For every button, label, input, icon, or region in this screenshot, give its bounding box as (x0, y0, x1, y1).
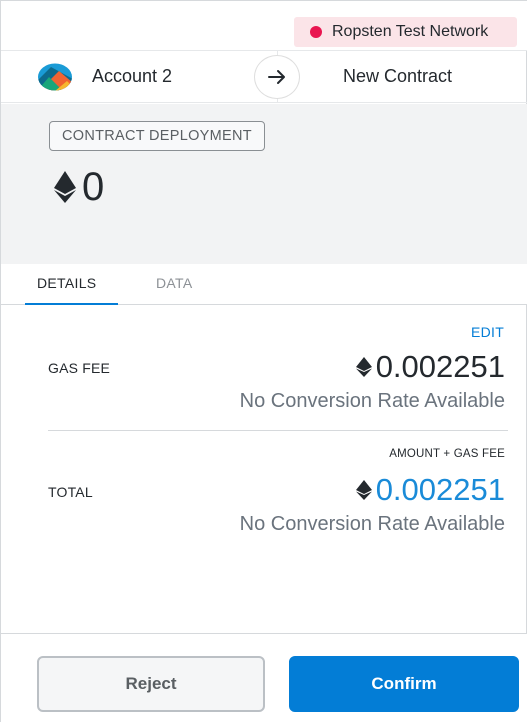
gas-fee-amount: 0.002251 (355, 349, 505, 384)
gas-fee-label: GAS FEE (48, 360, 111, 376)
transaction-summary: CONTRACT DEPLOYMENT 0 (1, 104, 527, 264)
detail-tabs: DETAILS DATA (1, 264, 527, 305)
active-tab-indicator (25, 303, 118, 305)
edit-gas-link[interactable]: EDIT (471, 324, 504, 340)
total-hint: AMOUNT + GAS FEE (389, 448, 505, 460)
tab-details[interactable]: DETAILS (37, 275, 96, 291)
recipient-name: New Contract (343, 66, 453, 86)
gas-fee-conversion: No Conversion Rate Available (239, 390, 505, 412)
total-label: TOTAL (48, 484, 93, 500)
total-amount: 0.002251 (355, 472, 505, 507)
arrow-right-icon (254, 55, 300, 99)
account-avatar-icon (38, 63, 72, 91)
gas-fee-value: 0.002251 (375, 349, 505, 384)
sender: Account 2 (1, 51, 278, 103)
network-selector[interactable]: Ropsten Test Network (294, 17, 517, 47)
eth-icon (355, 356, 372, 377)
sender-account-name: Account 2 (92, 66, 173, 86)
summary-amount-value: 0 (82, 165, 105, 209)
transaction-action-badge: CONTRACT DEPLOYMENT (49, 121, 265, 151)
tab-data[interactable]: DATA (156, 275, 192, 291)
eth-icon (355, 479, 372, 500)
confirm-button[interactable]: Confirm (289, 656, 519, 712)
network-bar: Ropsten Test Network (1, 1, 527, 51)
eth-icon (54, 171, 76, 203)
network-name: Ropsten Test Network (332, 23, 489, 40)
total-value: 0.002251 (375, 472, 505, 507)
confirm-transaction-window: Ropsten Test Network Account 2 New Contr… (0, 0, 527, 722)
summary-amount: 0 (54, 167, 104, 207)
total-conversion: No Conversion Rate Available (239, 513, 505, 535)
reject-button[interactable]: Reject (37, 656, 265, 712)
network-status-dot (310, 26, 322, 38)
sender-recipient-row: Account 2 New Contract (1, 51, 527, 103)
details-divider (48, 430, 508, 431)
action-footer: Reject Confirm (1, 633, 527, 722)
